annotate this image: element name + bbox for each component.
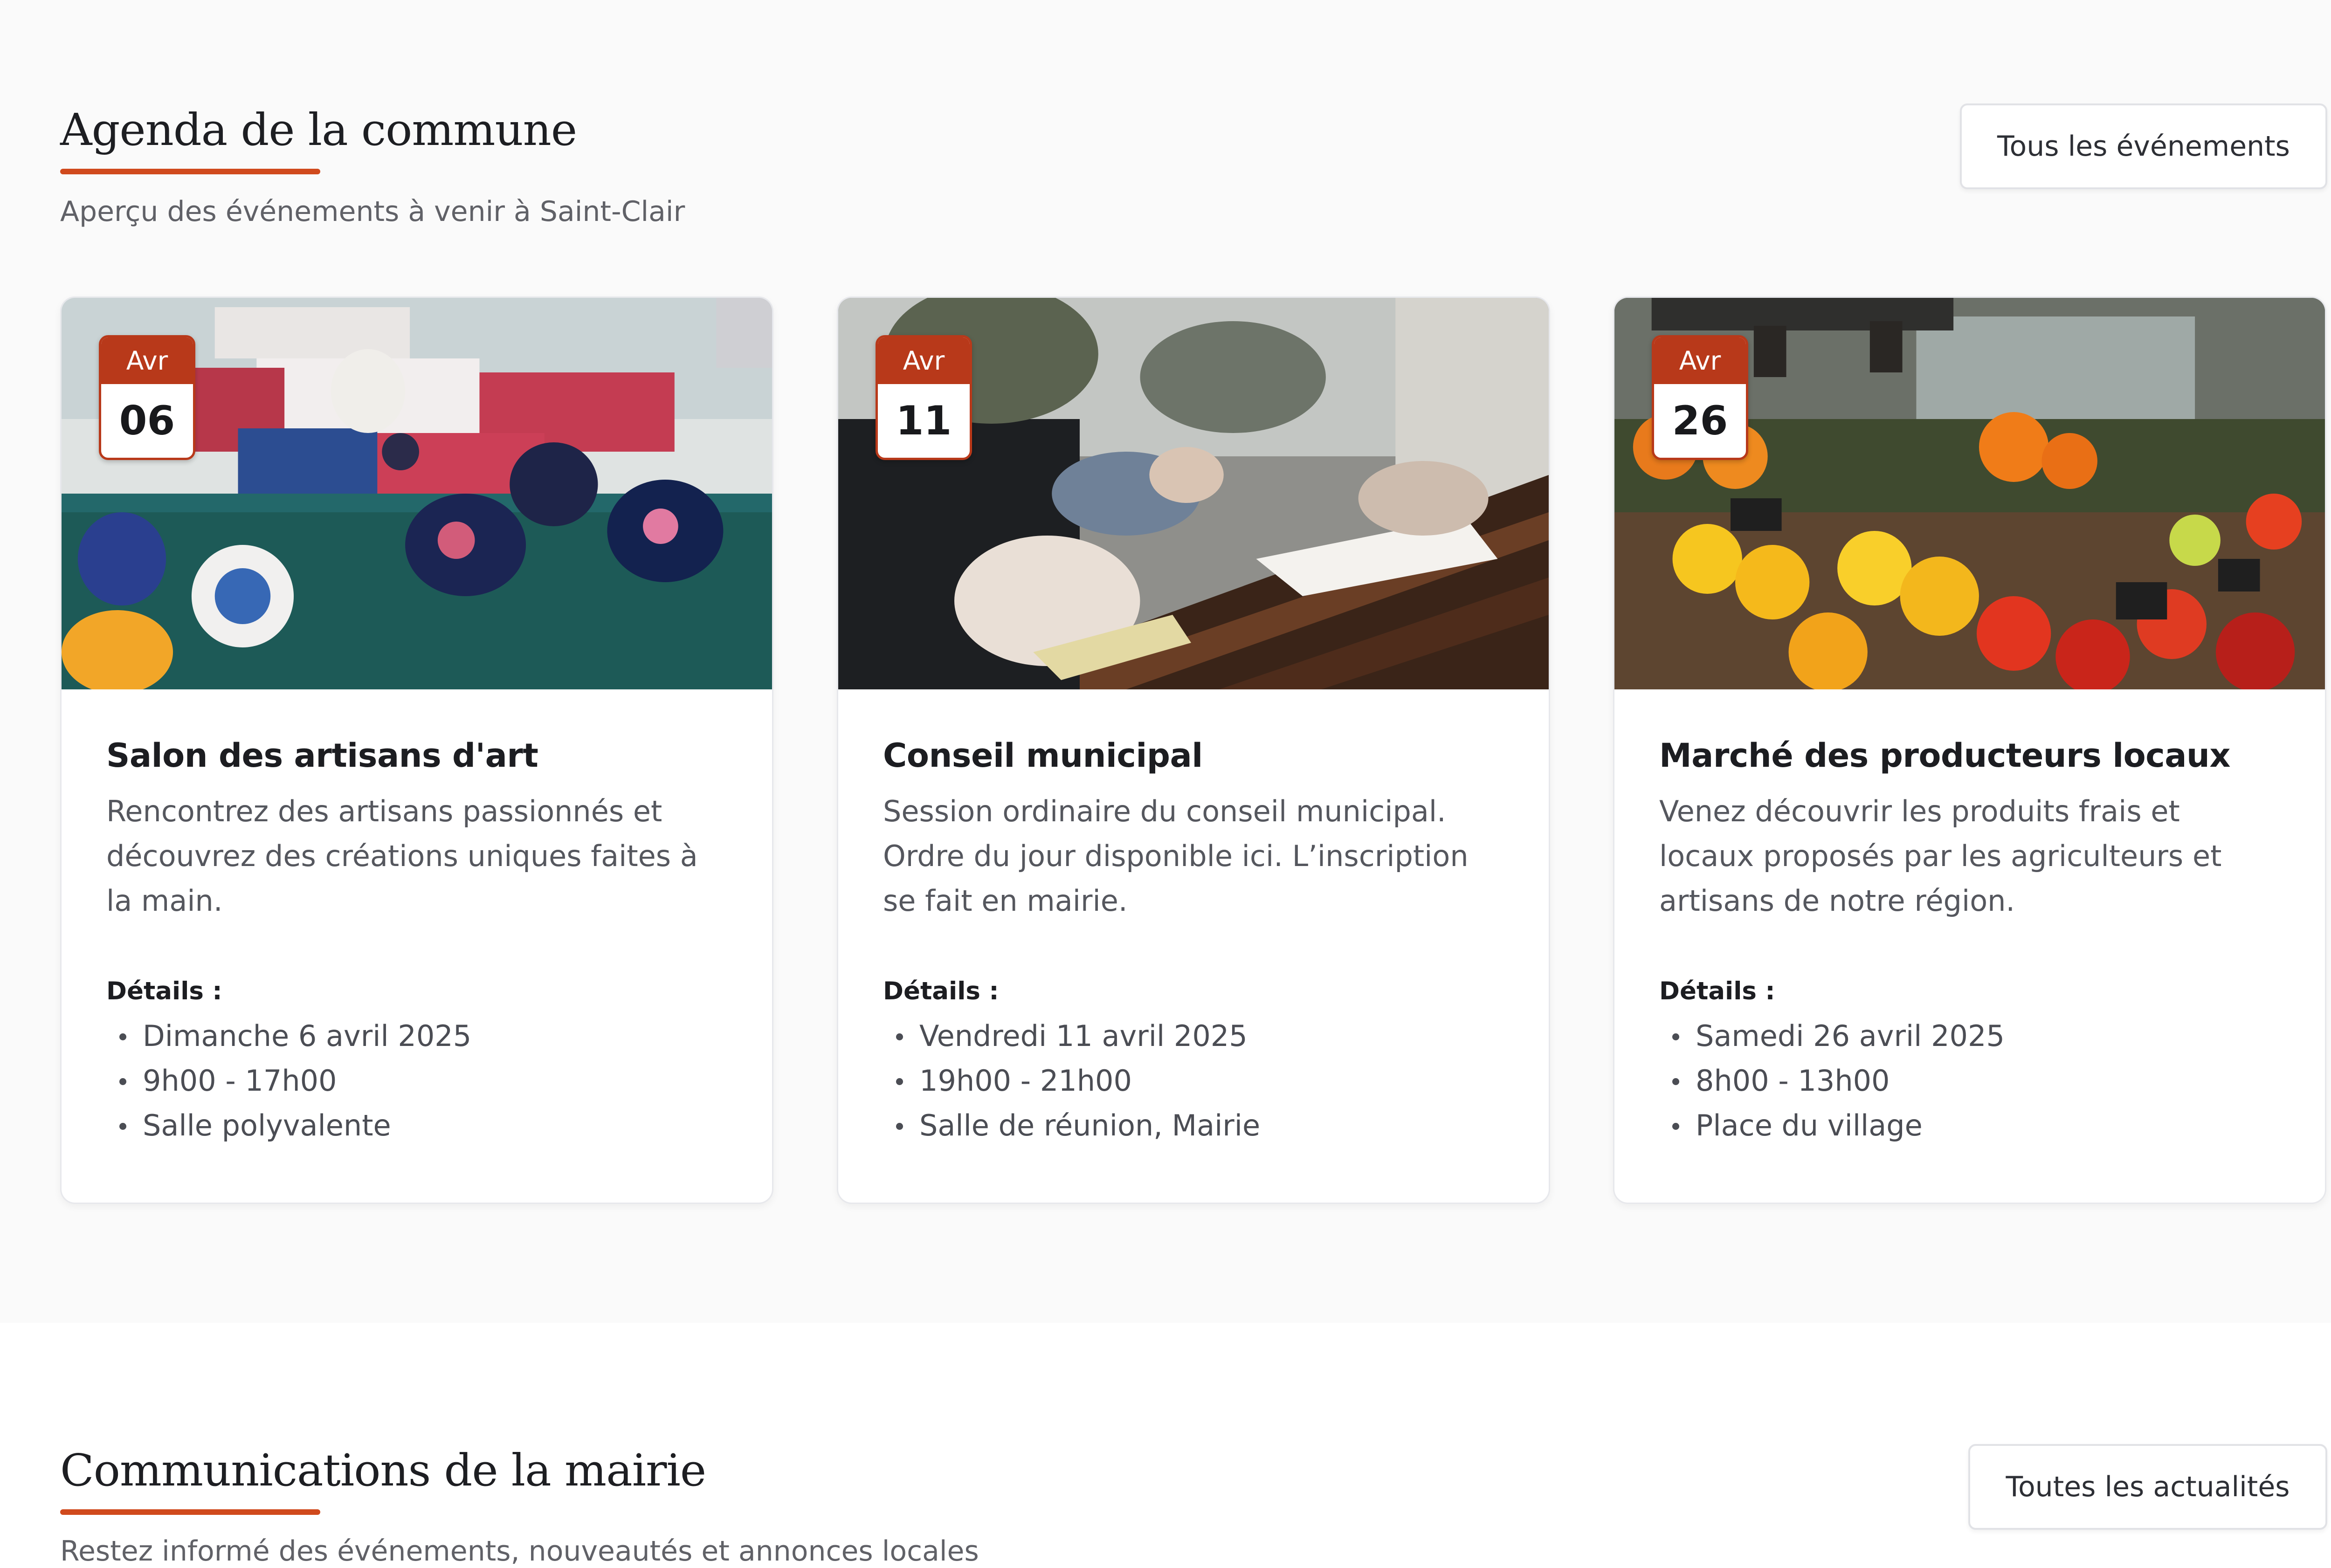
all-news-button[interactable]: Toutes les actualités <box>1968 1444 2327 1530</box>
event-description: Venez découvrir les produits frais et lo… <box>1659 794 2222 918</box>
event-card-conseil[interactable]: Avr 11 Conseil municipal Session ordinai… <box>837 296 1550 1204</box>
event-date: Samedi 26 avril 2025 <box>1659 1014 2283 1059</box>
details-label: Détails : <box>1659 977 1775 1005</box>
date-month: Avr <box>1654 337 1746 384</box>
agenda-title-underline <box>60 169 320 174</box>
event-description: Session ordinaire du conseil municipal. … <box>883 794 1469 918</box>
agenda-subtitle: Aperçu des événements à venir à Saint-Cl… <box>60 195 685 228</box>
event-time: 8h00 - 13h00 <box>1659 1059 2283 1103</box>
agenda-title: Agenda de la commune <box>60 104 577 156</box>
event-card-artisans[interactable]: Avr 06 Salon des artisans d'art Rencontr… <box>60 296 773 1204</box>
details-label: Détails : <box>883 977 999 1005</box>
details-list: Samedi 26 avril 2025 8h00 - 13h00 Place … <box>1659 1014 2283 1148</box>
communications-title: Communications de la mairie <box>60 1445 706 1496</box>
event-title[interactable]: Conseil municipal <box>883 736 1507 775</box>
all-events-button[interactable]: Tous les événements <box>1960 103 2327 189</box>
details-label: Détails : <box>106 977 222 1005</box>
communications-subtitle: Restez informé des événements, nouveauté… <box>60 1535 979 1568</box>
event-title[interactable]: Salon des artisans d'art <box>106 736 730 775</box>
details-list: Vendredi 11 avril 2025 19h00 - 21h00 Sal… <box>883 1014 1507 1148</box>
event-card-marche[interactable]: Avr 26 Marché des producteurs locaux Ven… <box>1613 296 2326 1204</box>
date-badge: Avr 06 <box>99 335 195 460</box>
date-day: 06 <box>119 398 175 444</box>
event-description: Rencontrez des artisans passionnés et dé… <box>106 794 698 918</box>
date-month: Avr <box>101 337 193 384</box>
card-body: Conseil municipal Session ordinaire du c… <box>883 736 1507 1148</box>
event-location: Place du village <box>1659 1103 2283 1148</box>
event-title[interactable]: Marché des producteurs locaux <box>1659 736 2283 775</box>
event-location: Salle polyvalente <box>106 1103 730 1148</box>
date-day: 26 <box>1672 398 1728 444</box>
card-body: Marché des producteurs locaux Venez déco… <box>1659 736 2283 1148</box>
event-location: Salle de réunion, Mairie <box>883 1103 1507 1148</box>
agenda-section: Agenda de la commune Aperçu des événemen… <box>0 0 2331 1323</box>
event-time: 9h00 - 17h00 <box>106 1059 730 1103</box>
event-date: Vendredi 11 avril 2025 <box>883 1014 1507 1059</box>
event-time: 19h00 - 21h00 <box>883 1059 1507 1103</box>
date-month: Avr <box>878 337 970 384</box>
date-badge: Avr 11 <box>876 335 972 460</box>
card-body: Salon des artisans d'art Rencontrez des … <box>106 736 730 1148</box>
details-list: Dimanche 6 avril 2025 9h00 - 17h00 Salle… <box>106 1014 730 1148</box>
date-day: 11 <box>896 398 952 444</box>
event-date: Dimanche 6 avril 2025 <box>106 1014 730 1059</box>
communications-title-underline <box>60 1509 320 1515</box>
date-badge: Avr 26 <box>1652 335 1748 460</box>
